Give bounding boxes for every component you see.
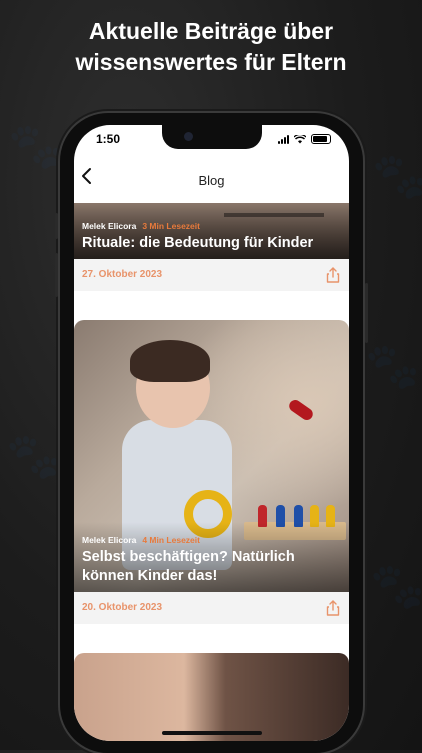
post-footer: 20. Oktober 2023 [74,592,349,624]
camera-icon [184,132,193,141]
phone-notch [162,125,262,149]
post-meta: Melek Elicora 3 Min Lesezeit [82,221,200,231]
post-read-time: 4 Min Lesezeit [142,535,200,545]
phone-side-button [55,213,58,239]
status-time: 1:50 [96,132,121,146]
paw-decoration-icon: 🐾 [6,432,61,481]
headline-line-2: wissenswertes für Eltern [75,49,347,75]
phone-side-button [365,283,368,343]
post-date: 27. Oktober 2023 [82,269,163,280]
post-meta: Melek Elicora 4 Min Lesezeit [82,535,200,545]
post-title[interactable]: Rituale: die Bedeutung für Kinder [82,234,344,253]
blog-feed[interactable]: Melek Elicora 3 Min Lesezeit Rituale: die… [74,203,349,741]
post-read-time: 3 Min Lesezeit [142,221,200,231]
app-screen: 1:50 Blog Melek Elicora 3 Min Lesezeit R… [74,125,349,741]
headline-line-1: Aktuelle Beiträge über [88,18,334,44]
post-image [74,653,349,741]
paw-decoration-icon: 🐾 [8,122,63,171]
blog-post-card[interactable]: Melek Elicora 3 Min Lesezeit Rituale: die… [74,203,349,291]
post-author: Melek Elicora [82,221,137,231]
post-title[interactable]: Selbst beschäftigen? Natürlich können Ki… [82,548,344,586]
blog-post-card[interactable] [74,653,349,741]
blog-post-card[interactable]: Melek Elicora 4 Min Lesezeit Selbst besch… [74,320,349,624]
paw-decoration-icon: 🐾 [370,562,422,611]
home-indicator [162,731,262,735]
post-date: 20. Oktober 2023 [82,602,163,613]
share-icon[interactable] [326,600,340,616]
page-title: Blog [198,173,225,188]
phone-frame: 1:50 Blog Melek Elicora 3 Min Lesezeit R… [55,113,368,753]
nav-bar: Blog [74,165,349,195]
battery-icon [311,134,331,144]
phone-side-button [55,253,58,297]
promo-headline: Aktuelle Beiträge über wissenswertes für… [0,16,422,78]
share-icon[interactable] [326,267,340,283]
post-footer: 27. Oktober 2023 [74,259,349,291]
post-author: Melek Elicora [82,535,137,545]
paw-decoration-icon: 🐾 [365,342,420,391]
status-indicators [278,134,331,144]
signal-icon [278,134,289,144]
paw-decoration-icon: 🐾 [372,152,422,201]
wifi-icon [294,134,306,143]
